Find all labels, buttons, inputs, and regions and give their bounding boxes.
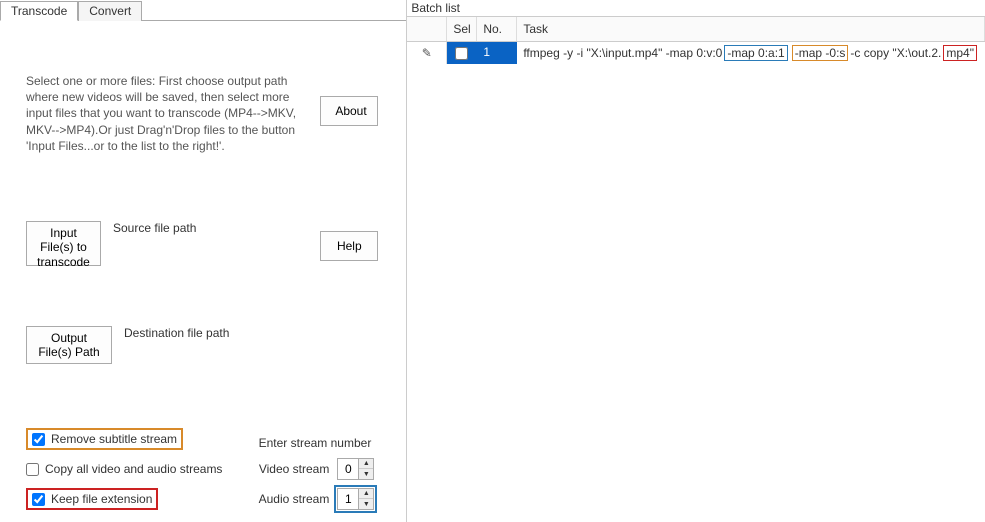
right-pane: Batch list Sel No. Task ✎ 1 ffmpeg -y -i… xyxy=(407,0,985,522)
task-seg-pre: ffmpeg -y -i "X:\input.mp4" -map 0:v:0 xyxy=(523,46,722,60)
audio-stream-label: Audio stream xyxy=(259,492,330,506)
tab-bar: Transcode Convert xyxy=(0,0,406,21)
batch-list-title: Batch list xyxy=(407,0,985,16)
tab-convert[interactable]: Convert xyxy=(78,1,142,21)
audio-stream-up[interactable]: ▲ xyxy=(359,489,373,499)
batch-row-task: ffmpeg -y -i "X:\input.mp4" -map 0:v:0 -… xyxy=(517,42,985,64)
audio-stream-spinner[interactable]: ▲ ▼ xyxy=(337,488,374,510)
batch-row-select-checkbox[interactable] xyxy=(455,47,468,60)
batch-table: Sel No. Task ✎ 1 ffmpeg -y -i "X:\input.… xyxy=(407,16,985,64)
batch-header: Sel No. Task xyxy=(407,17,985,42)
stream-number-group: Enter stream number Video stream ▲ ▼ Aud… xyxy=(259,436,375,510)
batch-header-edit xyxy=(407,17,447,41)
tab-transcode[interactable]: Transcode xyxy=(0,1,78,21)
remove-subtitle-checkbox[interactable] xyxy=(32,433,45,446)
video-stream-down[interactable]: ▼ xyxy=(359,469,373,479)
destination-path-label: Destination file path xyxy=(124,326,229,340)
remove-subtitle-label: Remove subtitle stream xyxy=(51,432,177,446)
batch-row-edit-icon[interactable]: ✎ xyxy=(407,42,447,64)
video-stream-spinner[interactable]: ▲ ▼ xyxy=(337,458,374,480)
task-seg-subtitle-map: -map -0:s xyxy=(792,45,849,61)
batch-row-number: 1 xyxy=(477,42,517,64)
task-seg-audio-map: -map 0:a:1 xyxy=(724,45,787,61)
batch-header-no: No. xyxy=(477,17,517,41)
video-stream-up[interactable]: ▲ xyxy=(359,459,373,469)
keep-ext-label: Keep file extension xyxy=(51,492,152,506)
left-pane: Transcode Convert Select one or more fil… xyxy=(0,0,407,522)
audio-stream-down[interactable]: ▼ xyxy=(359,499,373,509)
pencil-icon: ✎ xyxy=(422,46,432,60)
copy-all-checkbox[interactable] xyxy=(26,463,39,476)
keep-ext-highlight: Keep file extension xyxy=(26,488,158,510)
copy-all-label: Copy all video and audio streams xyxy=(45,462,222,476)
keep-ext-checkbox[interactable] xyxy=(32,493,45,506)
output-path-button[interactable]: Output File(s) Path xyxy=(26,326,112,364)
audio-stream-input[interactable] xyxy=(338,489,358,509)
about-button[interactable]: About xyxy=(320,96,378,126)
batch-header-sel: Sel xyxy=(447,17,477,41)
transcode-panel: Select one or more files: First choose o… xyxy=(0,21,406,522)
task-seg-mid: -c copy "X:\out.2. xyxy=(850,46,941,60)
batch-header-task: Task xyxy=(517,17,985,41)
output-path-row: Output File(s) Path Destination file pat… xyxy=(26,326,229,364)
enter-stream-label: Enter stream number xyxy=(259,436,375,450)
video-stream-input[interactable] xyxy=(338,459,358,479)
input-files-row: Input File(s) to transcode Source file p… xyxy=(26,221,196,266)
source-path-label: Source file path xyxy=(113,221,196,235)
help-button[interactable]: Help xyxy=(320,231,378,261)
task-seg-ext: mp4" xyxy=(943,45,977,61)
instructions-text: Select one or more files: First choose o… xyxy=(26,73,306,154)
remove-subtitle-highlight: Remove subtitle stream xyxy=(26,428,183,450)
video-stream-label: Video stream xyxy=(259,462,329,476)
input-files-button[interactable]: Input File(s) to transcode xyxy=(26,221,101,266)
batch-row[interactable]: ✎ 1 ffmpeg -y -i "X:\input.mp4" -map 0:v… xyxy=(407,42,985,64)
